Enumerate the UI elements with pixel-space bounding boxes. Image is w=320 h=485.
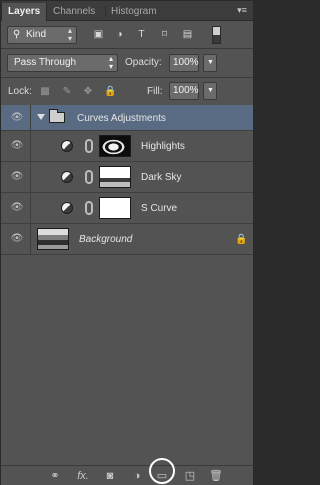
folder-icon — [49, 109, 65, 123]
mask-link-icon[interactable] — [85, 201, 93, 215]
eye-column-divider — [30, 224, 31, 254]
chevron-down-icon: ▼ — [207, 59, 214, 66]
layer-row-group[interactable]: 👁 Curves Adjustments — [1, 105, 253, 131]
layer-name[interactable]: Background — [79, 234, 132, 245]
lock-image-pixels-icon[interactable]: ✎ — [61, 86, 73, 98]
delete-layer-icon[interactable]: 🗑 — [208, 468, 224, 484]
lock-icon: 🔒 — [235, 234, 248, 245]
lock-all-icon[interactable]: 🔒 — [104, 86, 116, 98]
blend-row: Pass Through ▴ ▾ Opacity: 100% ▼ — [1, 49, 253, 77]
chevron-down-icon: ▼ — [207, 87, 214, 94]
opacity-value: 100% — [173, 57, 199, 68]
opacity-input[interactable]: 100% — [169, 54, 199, 72]
layer-name[interactable]: Dark Sky — [141, 172, 182, 183]
layer-name[interactable]: Highlights — [141, 141, 185, 152]
type-filter-icon[interactable]: T — [135, 28, 148, 41]
layer-row-background[interactable]: 👁 Background 🔒 — [1, 224, 253, 255]
image-filter-icon[interactable]: ▣ — [92, 28, 105, 41]
fill-input[interactable]: 100% — [169, 82, 199, 100]
layer-row-dark-sky[interactable]: 👁 Dark Sky — [1, 162, 253, 193]
panel-menu-icon[interactable]: ▾≡ — [235, 5, 249, 15]
eye-column-divider — [30, 193, 31, 223]
fill-label: Fill: — [147, 86, 163, 97]
visibility-eye-icon[interactable]: 👁 — [10, 113, 24, 123]
lock-row: Lock: ▩ ✎ ✥ 🔒 Fill: 100% ▼ — [1, 78, 253, 104]
fill-value: 100% — [173, 85, 199, 96]
opacity-label: Opacity: — [125, 57, 162, 68]
tab-channels[interactable]: Channels — [47, 3, 101, 21]
layer-mask-thumbnail[interactable] — [99, 135, 131, 157]
mask-link-icon[interactable] — [85, 170, 93, 184]
smart-object-filter-icon[interactable]: ▤ — [181, 28, 194, 41]
tab-layers[interactable]: Layers — [1, 3, 48, 21]
fx-icon[interactable]: fx. — [75, 468, 91, 484]
layer-mask-thumbnail[interactable] — [99, 197, 131, 219]
lock-transparent-pixels-icon[interactable]: ▩ — [39, 86, 51, 98]
layer-name[interactable]: Curves Adjustments — [77, 113, 166, 124]
new-adjustment-icon[interactable]: ◑ — [129, 468, 145, 484]
blend-mode-value: Pass Through — [14, 57, 77, 68]
layers-bottom-toolbar: ⚭ fx. ◙ ◑ ▭ ◳ 🗑 — [1, 458, 253, 485]
layer-row-highlights[interactable]: 👁 Highlights — [1, 131, 253, 162]
eye-column-divider — [30, 131, 31, 161]
curves-adjustment-icon — [61, 202, 73, 214]
layers-list: 👁 Curves Adjustments 👁 Highlights 👁 Dark… — [1, 105, 253, 465]
filter-row: ⚲ Kind ▴ ▾ ▣ ◑ T ⌑ ▤ — [1, 22, 253, 48]
highlight-ring — [149, 458, 175, 484]
layer-row-s-curve[interactable]: 👁 S Curve — [1, 193, 253, 224]
layer-name[interactable]: S Curve — [141, 203, 177, 214]
shape-filter-icon[interactable]: ⌑ — [158, 28, 171, 41]
eye-column-divider — [30, 162, 31, 192]
fill-dropdown[interactable]: ▼ — [203, 82, 217, 100]
curves-adjustment-icon — [61, 171, 73, 183]
updown-arrows-icon: ▴ ▾ — [108, 54, 113, 71]
lock-position-icon[interactable]: ✥ — [82, 86, 94, 98]
visibility-eye-icon[interactable]: 👁 — [10, 203, 24, 213]
mask-link-icon[interactable] — [85, 139, 93, 153]
link-layers-icon[interactable]: ⚭ — [47, 468, 63, 484]
panel-tab-bar: Layers Channels Histogram ▾≡ — [1, 1, 253, 21]
visibility-eye-icon[interactable]: 👁 — [10, 234, 24, 244]
updown-arrows-icon: ▴ ▾ — [67, 26, 72, 43]
opacity-dropdown[interactable]: ▼ — [203, 54, 217, 72]
lock-label: Lock: — [8, 86, 32, 97]
blend-mode-dropdown[interactable]: Pass Through ▴ ▾ — [7, 54, 118, 72]
new-layer-icon[interactable]: ◳ — [182, 468, 198, 484]
toggle-knob — [213, 27, 220, 35]
search-icon: ⚲ — [13, 29, 21, 40]
adjustment-filter-icon[interactable]: ◑ — [113, 28, 126, 41]
visibility-eye-icon[interactable]: 👁 — [10, 141, 24, 151]
visibility-eye-icon[interactable]: 👁 — [10, 172, 24, 182]
filter-toggle-switch[interactable] — [212, 26, 221, 44]
layer-thumbnail[interactable] — [37, 228, 69, 250]
expand-triangle-icon[interactable] — [37, 114, 45, 120]
kind-filter-label: Kind — [26, 29, 47, 40]
curves-adjustment-icon — [61, 140, 73, 152]
kind-filter-dropdown[interactable]: ⚲ Kind ▴ ▾ — [7, 26, 77, 44]
layer-mask-thumbnail[interactable] — [99, 166, 131, 188]
layers-panel: Layers Channels Histogram ▾≡ ⚲ Kind ▴ ▾ ▣… — [0, 0, 254, 485]
add-mask-icon[interactable]: ◙ — [102, 468, 118, 484]
tab-histogram[interactable]: Histogram — [105, 3, 163, 21]
eye-column-divider — [30, 105, 31, 130]
